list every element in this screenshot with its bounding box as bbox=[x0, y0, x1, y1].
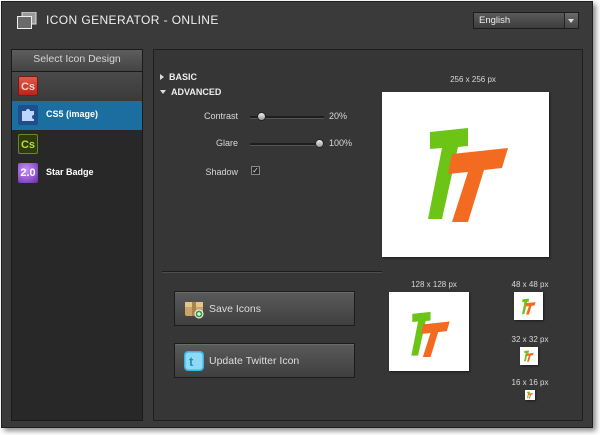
twitter-icon: t bbox=[184, 351, 204, 371]
preview-128 bbox=[389, 292, 474, 375]
preview-16 bbox=[525, 390, 535, 400]
caret-right-icon bbox=[160, 74, 164, 80]
preview-32 bbox=[520, 347, 538, 365]
divider bbox=[162, 271, 382, 273]
update-twitter-icon-button[interactable]: t Update Twitter Icon bbox=[174, 343, 355, 378]
contrast-slider[interactable] bbox=[250, 112, 324, 121]
cs-green-icon: Cs bbox=[18, 134, 38, 154]
design-list-panel: Select Icon Design Cs CS5 (image) Cs 2.0… bbox=[11, 49, 143, 421]
preview-size-16-label: 16 x 16 px bbox=[511, 378, 549, 387]
app-logo-icon bbox=[17, 12, 37, 29]
main-panel: BASIC ADVANCED Contrast 20% Glare 100% S… bbox=[153, 49, 583, 421]
design-item-label: Star Badge bbox=[46, 167, 94, 177]
contrast-slider-thumb[interactable] bbox=[257, 112, 266, 121]
language-value: English bbox=[479, 15, 511, 26]
logo-preview-icon bbox=[527, 391, 533, 399]
shadow-label: Shadow bbox=[205, 167, 238, 177]
glare-value: 100% bbox=[329, 138, 353, 148]
logo-preview-icon bbox=[411, 311, 450, 358]
design-list-header: Select Icon Design bbox=[12, 50, 142, 72]
preview-256 bbox=[382, 92, 554, 261]
glare-slider-thumb[interactable] bbox=[315, 139, 324, 148]
package-icon bbox=[185, 302, 204, 319]
cs-red-icon: Cs bbox=[18, 76, 38, 96]
chevron-down-icon[interactable] bbox=[564, 13, 578, 28]
preview-size-128-label: 128 x 128 px bbox=[411, 280, 457, 289]
save-icons-label: Save Icons bbox=[209, 303, 261, 315]
puzzle-icon bbox=[18, 105, 38, 125]
preview-size-256-label: 256 x 256 px bbox=[450, 75, 496, 84]
contrast-label: Contrast bbox=[203, 111, 238, 121]
logo-preview-icon bbox=[524, 350, 534, 362]
svg-text:t: t bbox=[189, 354, 194, 369]
preview-size-48-label: 48 x 48 px bbox=[511, 280, 549, 289]
basic-section-toggle[interactable]: BASIC bbox=[160, 72, 197, 82]
preview-size-32-label: 32 x 32 px bbox=[511, 335, 549, 344]
design-item-cs-red[interactable]: Cs bbox=[12, 72, 142, 101]
app-window: ICON GENERATOR - ONLINE English Select I… bbox=[1, 1, 593, 428]
save-icons-button[interactable]: Save Icons bbox=[174, 291, 355, 326]
design-item-label: CS5 (image) bbox=[46, 109, 99, 119]
star-badge-icon: 2.0 bbox=[18, 163, 38, 183]
design-item-cs-green[interactable]: Cs bbox=[12, 130, 142, 159]
preview-48 bbox=[514, 292, 548, 324]
app-title: ICON GENERATOR - ONLINE bbox=[46, 13, 219, 27]
advanced-label: ADVANCED bbox=[171, 87, 222, 97]
glare-slider[interactable] bbox=[250, 139, 324, 148]
caret-down-icon bbox=[160, 90, 166, 94]
basic-label: BASIC bbox=[169, 72, 198, 82]
update-twitter-icon-label: Update Twitter Icon bbox=[209, 355, 300, 367]
contrast-value: 20% bbox=[329, 111, 348, 121]
shadow-checkbox[interactable]: ✓ bbox=[251, 166, 260, 175]
design-item-star-badge[interactable]: 2.0 Star Badge bbox=[12, 159, 142, 188]
glare-label: Glare bbox=[215, 138, 238, 148]
language-select[interactable]: English bbox=[473, 12, 579, 29]
design-item-cs5-image[interactable]: CS5 (image) bbox=[12, 101, 142, 130]
logo-preview-icon bbox=[428, 128, 508, 222]
logo-preview-icon bbox=[522, 298, 536, 315]
advanced-section-toggle[interactable]: ADVANCED bbox=[160, 87, 221, 97]
